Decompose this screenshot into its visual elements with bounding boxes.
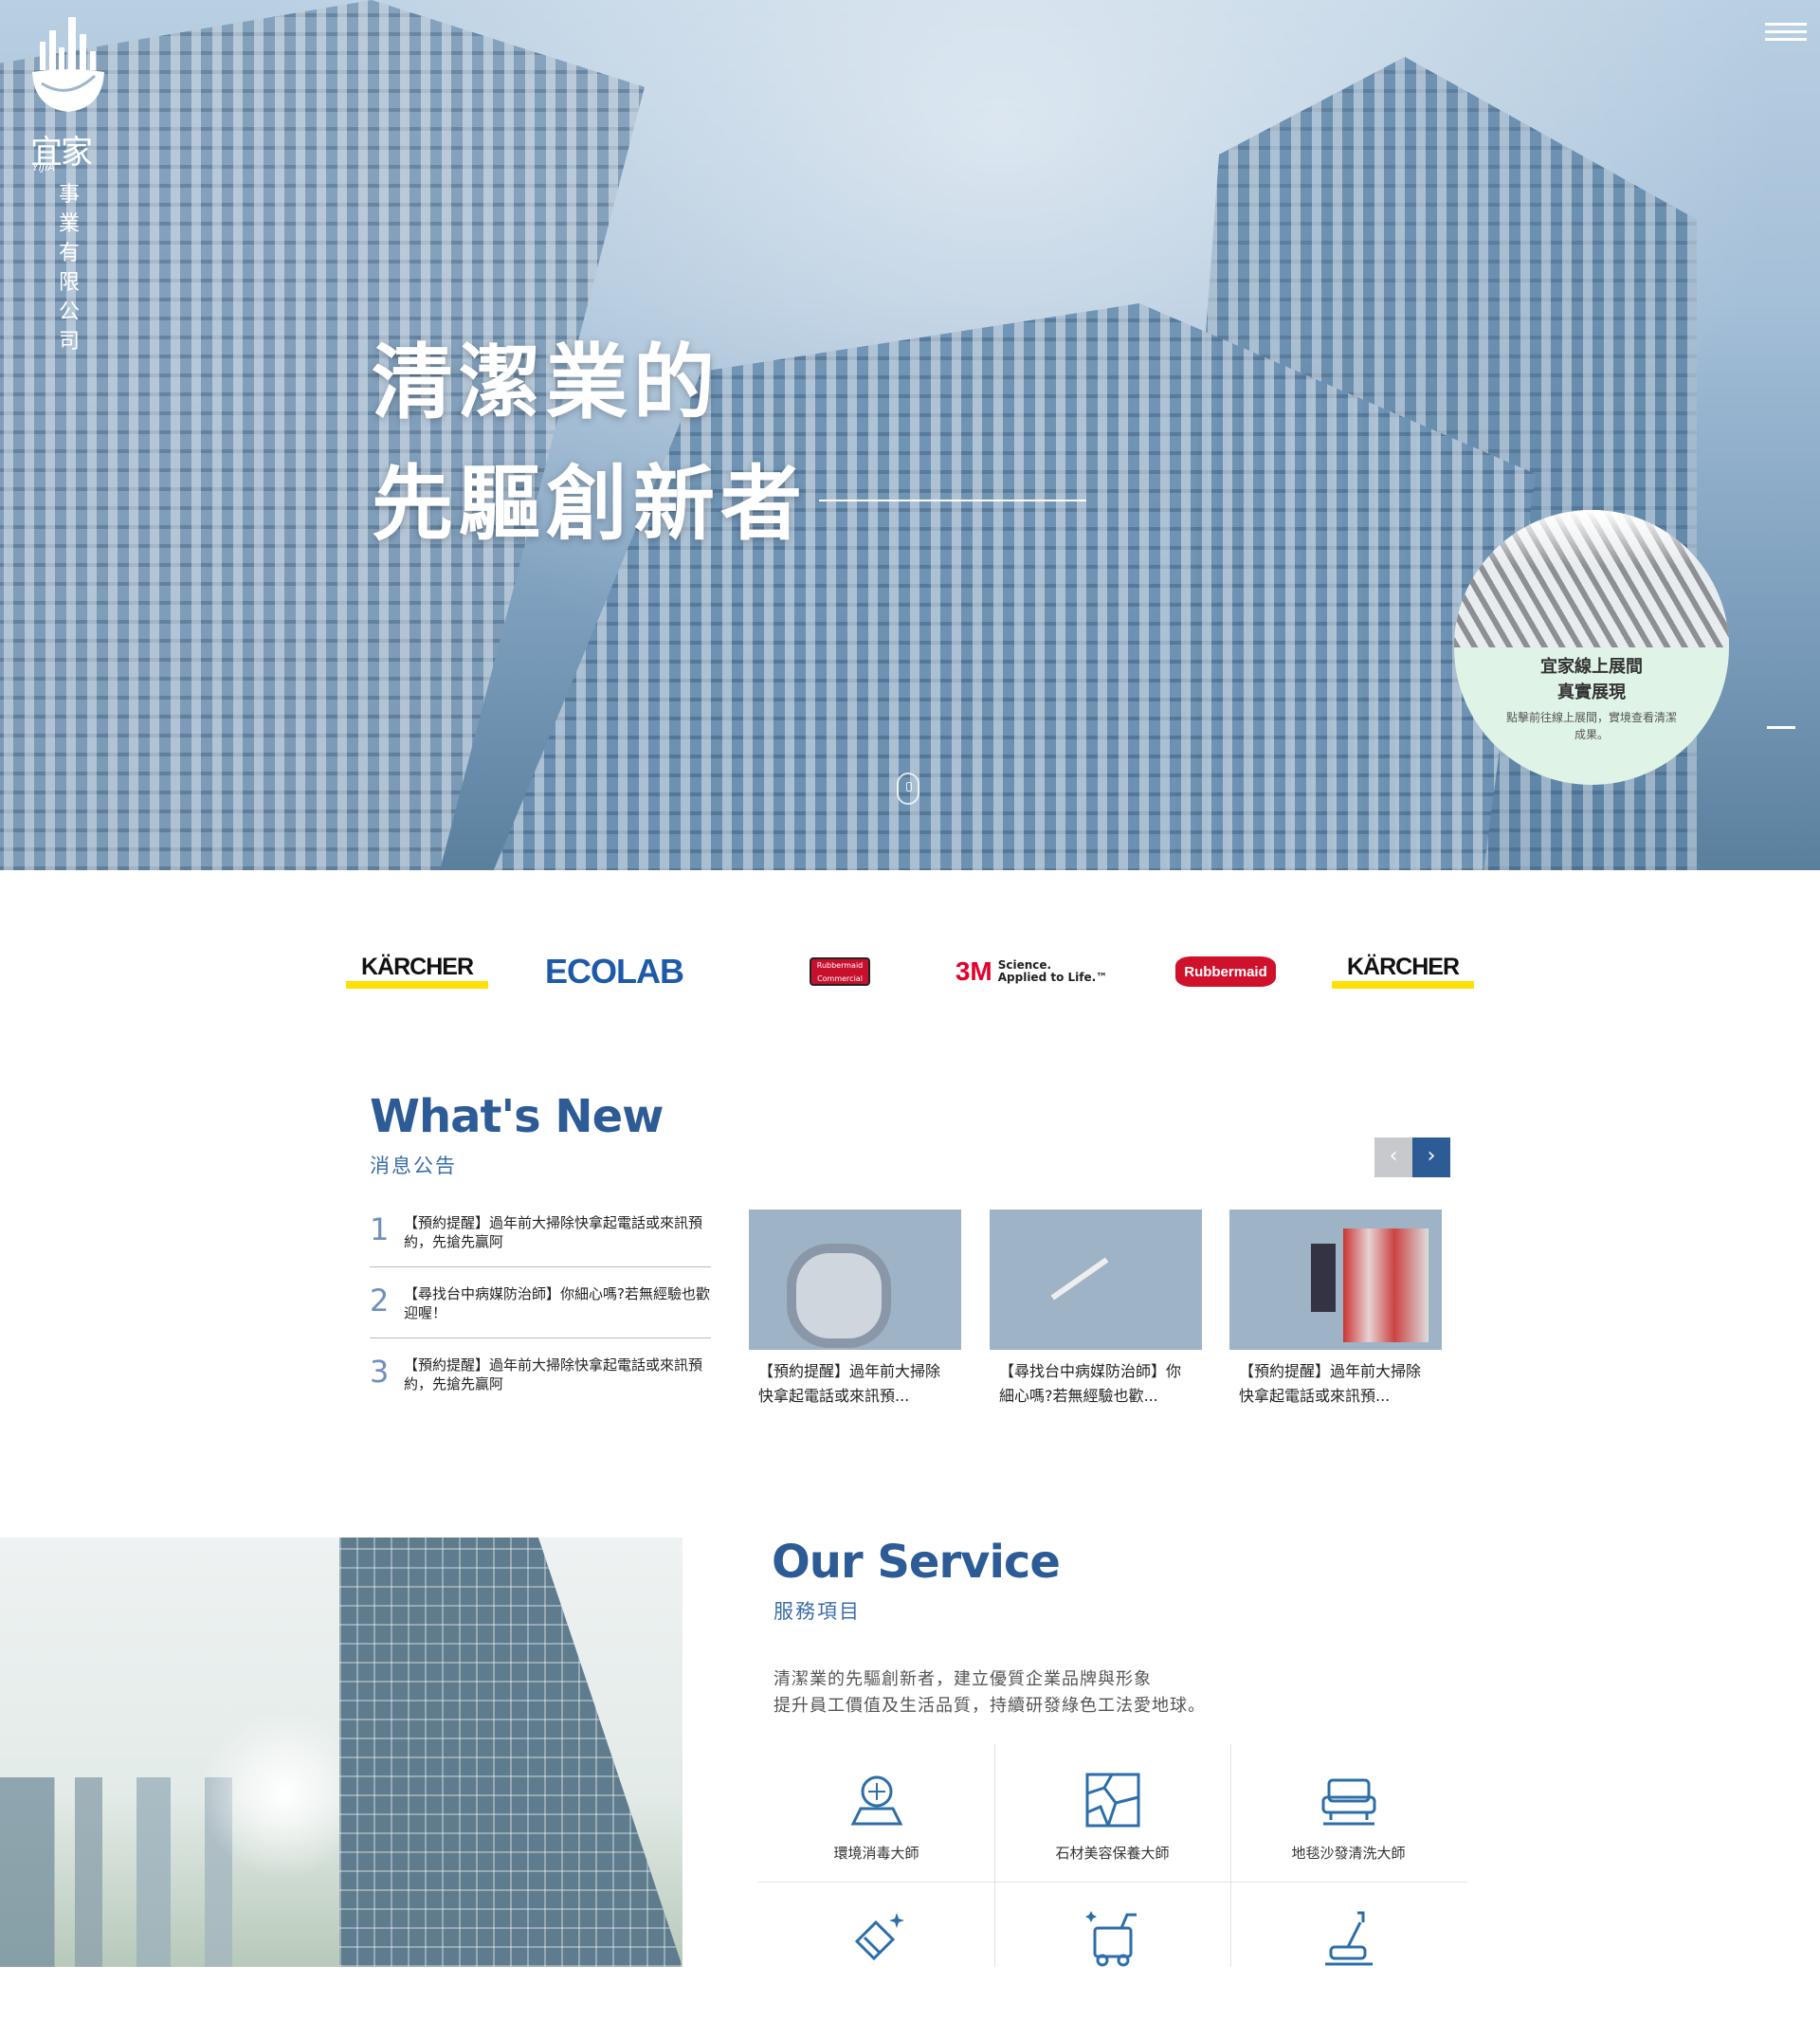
floor-scrubber-icon: [1085, 1911, 1137, 1967]
service-item-scrubber[interactable]: [994, 1883, 1230, 2020]
brand-logo-carousel: KÄRCHER ECOLAB Rubbermaid Commercial Pro…: [341, 948, 1479, 996]
3m-tagline-line2: Applied to Life.™: [997, 971, 1108, 984]
news-heading: What's New: [370, 1090, 664, 1143]
news-item-number: 3: [370, 1354, 390, 1390]
3m-text: 3M: [955, 956, 992, 986]
brand-rubbermaid-commercial[interactable]: Rubbermaid Commercial Products: [774, 948, 906, 996]
news-list: 1 【預約提醒】過年前大掃除快拿起電話或來訊預約，先搶先贏阿 2 【尋找台中病媒…: [370, 1196, 711, 1410]
showroom-title-line1: 宜家線上展間: [1540, 657, 1643, 677]
showroom-title-line2: 真實展現: [1557, 682, 1626, 702]
chevron-left-icon: ‹: [1389, 1144, 1398, 1168]
news-card-image: [990, 1210, 1202, 1350]
news-list-item[interactable]: 3 【預約提醒】過年前大掃除快拿起電話或來訊預約，先搶先贏阿: [370, 1338, 711, 1410]
karcher-text-2: KÄRCHER: [1347, 954, 1460, 980]
service-item-polisher[interactable]: [1230, 1883, 1466, 2020]
hero-title-underline: [819, 500, 1086, 501]
brand-karcher-2[interactable]: KÄRCHER: [1327, 948, 1479, 995]
window-cleaning-icon: [854, 1913, 904, 1961]
service-grid: 環境消毒大師 石材美容保養大師 地毯沙發清洗大師: [758, 1744, 1467, 1967]
brand-karcher[interactable]: KÄRCHER: [341, 948, 493, 995]
service-item-label: 環境消毒大師: [833, 1845, 919, 1862]
hero-title: 清潔業的 先驅創新者: [372, 322, 808, 565]
showroom-title: 宜家線上展間 真實展現: [1454, 654, 1729, 705]
service-item-stone[interactable]: 石材美容保養大師: [994, 1744, 1230, 1882]
service-item-disinfection[interactable]: 環境消毒大師: [758, 1744, 994, 1882]
karcher-stripe: [346, 981, 488, 989]
3m-tagline-line1: Science.: [997, 958, 1052, 972]
news-list-item[interactable]: 1 【預約提醒】過年前大掃除快拿起電話或來訊預約，先搶先贏阿: [370, 1196, 711, 1267]
site-logo[interactable]: 宜家 YIJIA 事業有限公司: [27, 13, 112, 355]
service-item-sofa[interactable]: 地毯沙發清洗大師: [1230, 1744, 1466, 1882]
news-next-button[interactable]: ›: [1412, 1137, 1450, 1177]
news-item-text: 【預約提醒】過年前大掃除快拿起電話或來訊預約，先搶先贏阿: [404, 1356, 703, 1392]
hero-title-line1: 清潔業的: [372, 336, 720, 430]
news-card[interactable]: 【預約提醒】過年前大掃除快拿起電話或來訊預...: [1229, 1210, 1442, 1409]
service-item-windows[interactable]: [758, 1883, 994, 2020]
chevron-right-icon: ›: [1427, 1144, 1436, 1168]
3m-tagline: Science. Applied to Life.™: [998, 959, 1107, 984]
service-glass-building: [339, 1538, 682, 1967]
showroom-desc: 點擊前往線上展間，實境查看清潔成果。: [1505, 711, 1677, 741]
brand-ecolab[interactable]: ECOLAB: [529, 948, 700, 995]
news-subheading: 消息公告: [370, 1155, 457, 1177]
news-card-image: [749, 1210, 961, 1350]
service-desc-line1: 清潔業的先驅創新者，建立優質企業品牌與形象: [774, 1669, 1152, 1689]
news-card-caption: 【預約提醒】過年前大掃除快拿起電話或來訊預...: [1239, 1362, 1422, 1405]
location-disinfect-icon: [850, 1775, 903, 1826]
service-description: 清潔業的先驅創新者，建立優質企業品牌與形象 提升員工價值及生活品質，持續研發綠色…: [774, 1666, 1342, 1720]
online-showroom-button[interactable]: 宜家線上展間 真實展現 點擊前往線上展間，實境查看清潔成果。: [1454, 510, 1729, 785]
stone-tile-icon: [1085, 1773, 1140, 1828]
logo-company-vertical: 事業有限公司: [58, 183, 80, 354]
floor-polisher-icon: [1325, 1911, 1373, 1966]
showroom-photo: [1454, 510, 1729, 647]
karcher-text: KÄRCHER: [361, 954, 474, 980]
news-item-number: 1: [370, 1211, 390, 1247]
karcher-stripe-2: [1332, 981, 1474, 989]
service-item-label: 石材美容保養大師: [1055, 1845, 1170, 1862]
hero-title-line2: 先驅創新者: [372, 457, 808, 552]
brand-3m[interactable]: 3M Science. Applied to Life.™: [937, 948, 1126, 995]
news-item-text: 【預約提醒】過年前大掃除快拿起電話或來訊預約，先搶先贏阿: [404, 1214, 703, 1250]
service-item-label: 地毯沙發清洗大師: [1291, 1845, 1406, 1862]
sofa-icon: [1321, 1778, 1376, 1826]
news-card-image: [1229, 1210, 1442, 1350]
service-subheading: 服務項目: [774, 1600, 861, 1623]
service-heading: Our Service: [772, 1536, 1061, 1589]
news-card[interactable]: 【尋找台中病媒防治師】你細心嗎?若無經驗也歡...: [990, 1210, 1202, 1409]
rubbermaid-commercial-badge: Rubbermaid Commercial Products: [810, 957, 870, 996]
logo-brand-en: YIJIA: [32, 161, 55, 173]
service-desc-line2: 提升員工價值及生活品質，持續研發綠色工法愛地球。: [774, 1696, 1206, 1716]
service-background-image: [0, 1538, 682, 1967]
news-list-item[interactable]: 2 【尋找台中病媒防治師】你細心嗎?若無經驗也歡迎喔！: [370, 1267, 711, 1338]
news-prev-button[interactable]: ‹: [1374, 1137, 1412, 1177]
scroll-down-mouse-icon[interactable]: [897, 773, 919, 805]
brand-rubbermaid[interactable]: Rubbermaid: [1145, 948, 1306, 995]
news-card[interactable]: 【預約提醒】過年前大掃除快拿起電話或來訊預...: [749, 1210, 961, 1409]
logo-city-leaf-icon: [32, 17, 104, 112]
news-card-caption: 【尋找台中病媒防治師】你細心嗎?若無經驗也歡...: [999, 1362, 1182, 1405]
news-item-text: 【尋找台中病媒防治師】你細心嗎?若無經驗也歡迎喔！: [404, 1285, 710, 1321]
slide-indicator[interactable]: [1767, 726, 1795, 729]
news-item-number: 2: [370, 1283, 390, 1319]
news-card-caption: 【預約提醒】過年前大掃除快拿起電話或來訊預...: [758, 1362, 941, 1405]
rubbermaid-badge: Rubbermaid: [1175, 956, 1276, 987]
hero-banner: 宜家 YIJIA 事業有限公司 清潔業的 先驅創新者 宜家線上展間 真實展現 點…: [0, 0, 1820, 870]
hamburger-menu-icon[interactable]: [1765, 23, 1807, 45]
